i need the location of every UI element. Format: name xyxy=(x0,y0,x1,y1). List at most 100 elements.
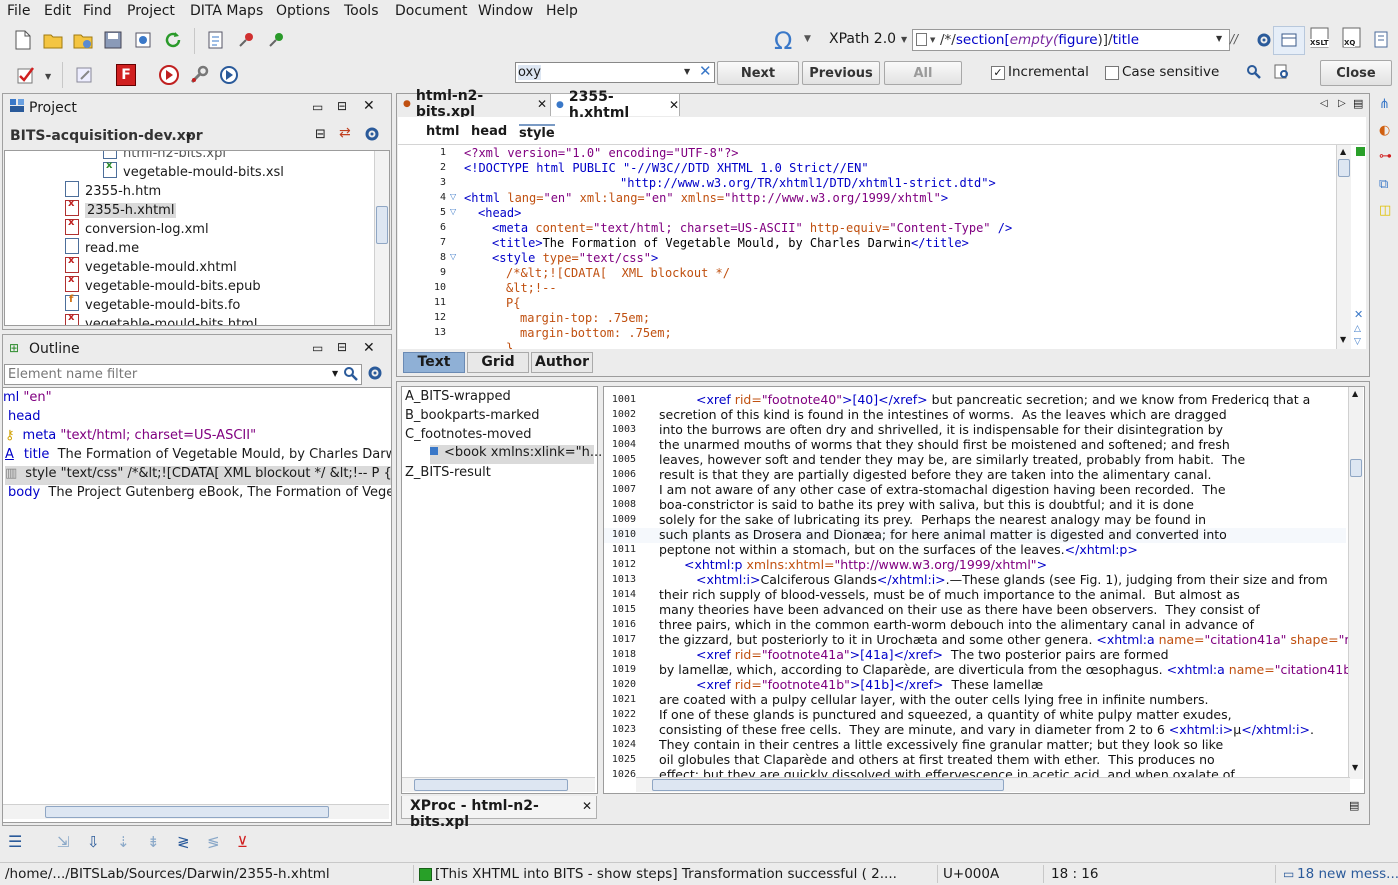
fold-icon[interactable]: ▽ xyxy=(450,252,456,261)
outline-row[interactable]: ⚷ meta "text/html; charset=US-ASCII" xyxy=(5,428,256,443)
tree-file[interactable]: conversion-log.xml xyxy=(65,217,209,237)
outline-row[interactable]: ml "en" xyxy=(3,390,52,405)
entities-icon[interactable]: ⧉ xyxy=(1379,177,1388,192)
gear-icon[interactable] xyxy=(363,124,381,144)
collapse-all-icon[interactable]: ⊟ xyxy=(315,127,326,142)
port-item[interactable]: C_footnotes-moved xyxy=(405,427,531,442)
menu-options[interactable]: Options xyxy=(276,3,330,19)
close-find-button[interactable]: Close xyxy=(1320,60,1392,86)
run-transform-icon[interactable] xyxy=(157,63,181,87)
debug-scenario-icon[interactable] xyxy=(218,63,242,87)
outline-row[interactable]: body The Project Gutenberg eBook, The Fo… xyxy=(8,485,391,500)
project-name[interactable]: BITS-acquisition-dev.xpr xyxy=(10,128,203,144)
breadcrumb-html[interactable]: html xyxy=(426,124,459,139)
menu-project[interactable]: Project xyxy=(127,3,175,19)
breadcrumb-style[interactable]: style xyxy=(519,124,555,141)
tree-file-selected[interactable]: 2355-h.xhtml xyxy=(65,198,177,218)
output-hscrollbar[interactable] xyxy=(636,777,1350,792)
save-icon[interactable] xyxy=(101,28,125,52)
pause-icon[interactable]: ≶ xyxy=(207,833,220,851)
xslt-debugger-icon[interactable]: XSLT xyxy=(1309,27,1333,51)
link-editor-icon[interactable]: ⇄ xyxy=(339,125,351,141)
case-sensitive-checkbox[interactable] xyxy=(1105,66,1119,80)
step-over-icon[interactable]: ⇩ xyxy=(87,833,100,851)
menu-find[interactable]: Find xyxy=(83,3,112,19)
validate-map-icon[interactable] xyxy=(204,28,228,52)
breadcrumb-head[interactable]: head xyxy=(471,124,507,139)
menu-window[interactable]: Window xyxy=(478,3,533,19)
maximize-icon[interactable]: ▭ xyxy=(312,341,323,355)
tab-next-icon[interactable]: ▷ xyxy=(1338,98,1346,109)
menu-tools[interactable]: Tools xyxy=(344,3,379,19)
elements-icon[interactable]: ⊶ xyxy=(1379,149,1392,164)
step-out-icon[interactable]: ⇣ xyxy=(117,833,130,851)
port-item[interactable]: A_BITS-wrapped xyxy=(405,389,511,404)
xpath-slash-icon[interactable]: // xyxy=(1230,32,1238,46)
menu-document[interactable]: Document xyxy=(395,3,468,19)
port-child-selected[interactable]: <book xmlns:xlink="h... xyxy=(430,445,602,464)
edit-doc-icon[interactable] xyxy=(73,63,97,87)
gear-icon[interactable] xyxy=(366,363,384,383)
database-icon[interactable] xyxy=(1370,28,1394,52)
status-message[interactable]: [This XHTML into BITS - show steps] Tran… xyxy=(435,866,897,882)
code-editor[interactable]: 1 2 3 4 5 6 7 8 9 10 11 12 13 ▽ ▽ ▽ <?xm… xyxy=(398,145,1366,349)
dock-icon[interactable]: ⊟ xyxy=(337,340,347,354)
attributes-icon[interactable]: ⋔ xyxy=(1379,97,1390,112)
validate-check-icon[interactable] xyxy=(14,63,38,87)
close-icon[interactable]: ✕ xyxy=(363,340,375,356)
up-arrow-icon[interactable]: △ xyxy=(1354,324,1361,334)
project-scrollbar[interactable] xyxy=(374,151,389,325)
tab-html-n2-bits[interactable]: ● html-n2-bits.xpl ✕ xyxy=(399,88,547,120)
tab-xproc-result[interactable]: XProc - html-n2-bits.xpl ✕ xyxy=(401,796,597,830)
tree-file[interactable]: vegetable-mould-bits.xsl xyxy=(103,160,284,180)
element-filter-input[interactable]: Element name filter ▼ xyxy=(4,364,362,385)
print-icon[interactable] xyxy=(131,28,155,52)
tree-file[interactable]: vegetable-mould.xhtml xyxy=(65,255,237,275)
editor-scrollbar[interactable]: ▲ ▼ xyxy=(1336,145,1351,349)
chevron-down-icon[interactable]: ▼ xyxy=(1216,34,1222,43)
xpath-input[interactable]: ▼ /*/section[empty(figure)]/title ▼ xyxy=(912,29,1230,51)
tree-file[interactable]: vegetable-mould-bits.html xyxy=(65,312,257,325)
tree-file[interactable]: vegetable-mould-bits.epub xyxy=(65,274,261,294)
search-icon[interactable] xyxy=(1242,60,1266,84)
incremental-checkbox[interactable]: ✓ xyxy=(991,66,1005,80)
chevron-down-icon[interactable]: ▼ xyxy=(901,35,907,44)
step-into-icon[interactable]: ⇲ xyxy=(57,833,70,851)
view-layout-icon[interactable] xyxy=(1273,26,1305,55)
status-messages[interactable]: 18 new mess... xyxy=(1297,866,1398,882)
ports-hscrollbar[interactable] xyxy=(402,777,595,792)
messages-icon[interactable]: ▭ xyxy=(1283,867,1294,881)
find-previous-button[interactable]: Previous xyxy=(802,61,880,85)
outline-row-selected[interactable]: ▥ style "text/css" /*&lt;![CDATA[ XML blo… xyxy=(5,466,391,485)
tree-file[interactable]: read.me xyxy=(65,238,139,256)
model-icon[interactable]: ◐ xyxy=(1379,123,1390,138)
port-item[interactable]: B_bookparts-marked xyxy=(405,408,540,423)
new-file-icon[interactable] xyxy=(11,28,35,52)
close-icon[interactable]: ✕ xyxy=(1354,308,1363,321)
menu-edit[interactable]: Edit xyxy=(44,3,71,19)
xproc-output[interactable]: <xref rid="footnote40">[40]</xref> but p… xyxy=(603,386,1365,794)
chevron-down-icon[interactable]: ▼ xyxy=(45,72,51,81)
chevron-down-icon[interactable]: ▼ xyxy=(332,369,338,378)
find-replace-icon[interactable] xyxy=(1270,60,1294,84)
pin-green-icon[interactable] xyxy=(264,28,288,52)
menu-file[interactable]: File xyxy=(7,3,30,19)
down-arrow-icon[interactable]: ▽ xyxy=(1354,337,1361,347)
stop-icon[interactable]: ⊻ xyxy=(237,833,248,851)
fo-processor-icon[interactable]: F xyxy=(116,64,136,86)
output-scrollbar[interactable]: ▲ ▼ xyxy=(1348,387,1363,779)
fold-icon[interactable]: ▽ xyxy=(450,207,456,216)
tab-grid-mode[interactable]: Grid xyxy=(467,352,529,373)
chevron-down-icon[interactable]: ▼ xyxy=(684,67,690,76)
dock-icon[interactable]: ⊟ xyxy=(337,99,347,113)
maximize-icon[interactable]: ▭ xyxy=(312,100,323,114)
fold-icon[interactable]: ▽ xyxy=(450,192,456,201)
run-to-end-icon[interactable]: ≷ xyxy=(177,833,190,851)
chevron-down-icon[interactable]: ▼ xyxy=(804,34,811,44)
outline-row[interactable]: head xyxy=(8,409,40,424)
xpath-version-label[interactable]: XPath 2.0 xyxy=(829,31,896,47)
tree-file[interactable]: vegetable-mould-bits.fo xyxy=(65,294,240,313)
outline-row[interactable]: Atitle The Formation of Vegetable Mould,… xyxy=(5,447,391,462)
tab-list-icon[interactable]: ▤ xyxy=(1353,97,1363,110)
close-icon[interactable]: ✕ xyxy=(363,98,375,114)
